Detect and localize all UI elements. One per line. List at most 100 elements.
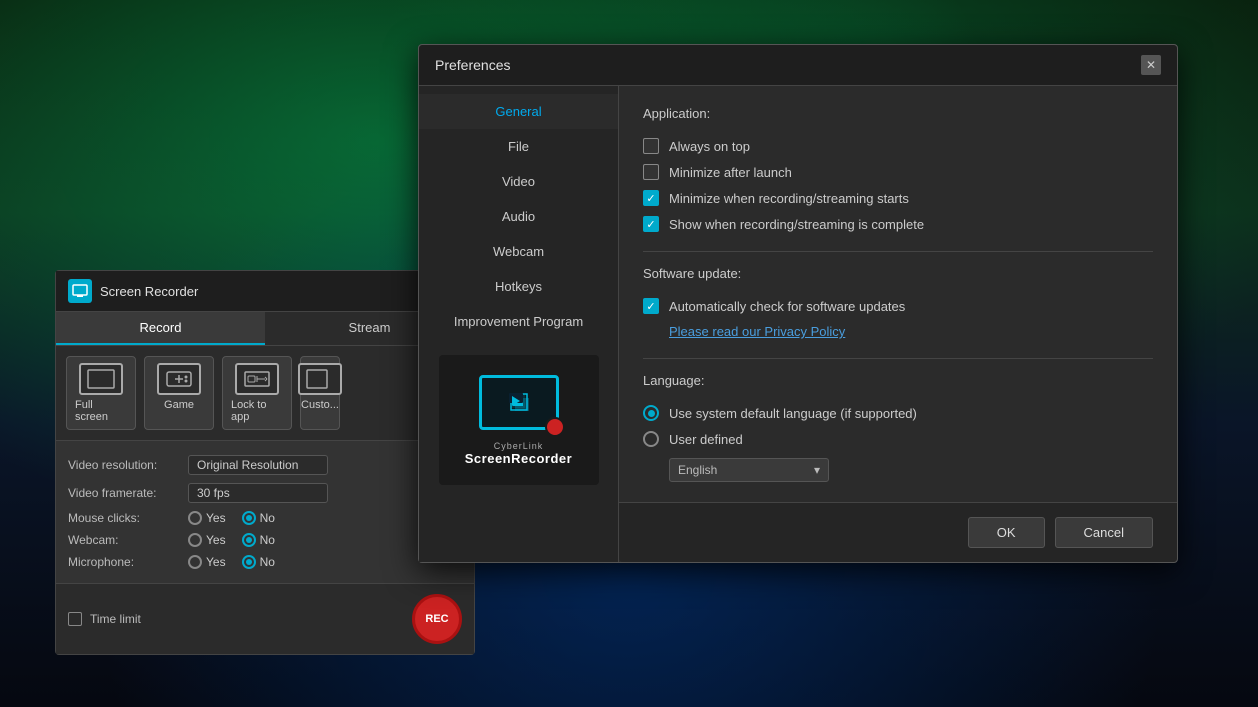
time-limit-label: Time limit: [90, 612, 141, 626]
recorder-tabs: Record Stream: [56, 312, 474, 346]
rec-button[interactable]: REC: [412, 594, 462, 644]
mouse-clicks-no[interactable]: No: [242, 511, 275, 525]
dialog-content: Application: Always on top Minimize afte…: [619, 86, 1177, 502]
divider-1: [643, 251, 1153, 252]
mouse-clicks-yes[interactable]: Yes: [188, 511, 226, 525]
recorder-modes: Full screen Game: [56, 346, 474, 440]
nav-improvement[interactable]: Improvement Program: [419, 304, 618, 339]
auto-check-updates-label: Automatically check for software updates: [669, 299, 905, 314]
mic-yes[interactable]: Yes: [188, 555, 226, 569]
privacy-link-row: Please read our Privacy Policy: [643, 319, 1153, 344]
always-on-top-label: Always on top: [669, 139, 750, 154]
mode-locktoapp-label: Lock to app: [231, 399, 283, 423]
yes-label-webcam: Yes: [206, 533, 226, 547]
webcam-options: Yes No: [188, 533, 275, 547]
language-dropdown-container: English ▾: [643, 458, 1153, 482]
video-resolution-value[interactable]: Original Resolution: [188, 455, 328, 475]
system-default-language-label: Use system default language (if supporte…: [669, 406, 917, 421]
video-framerate-row: Video framerate: 30 fps: [68, 479, 462, 507]
mode-fullscreen[interactable]: Full screen: [66, 356, 136, 430]
webcam-row: Webcam: Yes No: [68, 529, 462, 551]
yes-label-mic: Yes: [206, 555, 226, 569]
recorder-app-icon: [68, 279, 92, 303]
webcam-no-radio[interactable]: [242, 533, 256, 547]
yes-label-mouse: Yes: [206, 511, 226, 525]
microphone-options: Yes No: [188, 555, 275, 569]
chevron-down-icon: ▾: [814, 463, 820, 477]
video-framerate-label: Video framerate:: [68, 486, 188, 500]
tab-record[interactable]: Record: [56, 312, 265, 345]
mic-no[interactable]: No: [242, 555, 275, 569]
logo-text-area: CyberLink ScreenRecorder: [465, 441, 572, 466]
cyberlink-brand: CyberLink: [494, 441, 544, 451]
show-when-complete-label: Show when recording/streaming is complet…: [669, 217, 924, 232]
video-framerate-value[interactable]: 30 fps: [188, 483, 328, 503]
language-dropdown-value: English: [678, 463, 717, 477]
show-when-complete-checkbox[interactable]: [643, 216, 659, 232]
fullscreen-icon: [79, 363, 123, 395]
mode-custom[interactable]: Custo...: [300, 356, 340, 430]
recorder-titlebar: Screen Recorder: [56, 271, 474, 312]
dialog-titlebar: Preferences ✕: [419, 45, 1177, 86]
lock-to-app-icon: [235, 363, 279, 395]
mode-lock-to-app[interactable]: Lock to app: [222, 356, 292, 430]
cancel-button[interactable]: Cancel: [1055, 517, 1153, 548]
mouse-yes-radio[interactable]: [188, 511, 202, 525]
game-icon: [157, 363, 201, 395]
mouse-no-radio[interactable]: [242, 511, 256, 525]
custom-icon: [298, 363, 342, 395]
user-defined-language-row: User defined: [643, 426, 1153, 452]
nav-video[interactable]: Video: [419, 164, 618, 199]
minimize-when-recording-checkbox[interactable]: [643, 190, 659, 206]
webcam-label: Webcam:: [68, 533, 188, 547]
auto-check-updates-row: Automatically check for software updates: [643, 293, 1153, 319]
nav-hotkeys[interactable]: Hotkeys: [419, 269, 618, 304]
dialog-body: General File Video Audio Webcam Hotkeys …: [419, 86, 1177, 562]
auto-check-updates-checkbox[interactable]: [643, 298, 659, 314]
system-default-language-radio[interactable]: [643, 405, 659, 421]
mic-yes-radio[interactable]: [188, 555, 202, 569]
preferences-dialog: Preferences ✕ General File Video Audio W…: [418, 44, 1178, 563]
nav-file[interactable]: File: [419, 129, 618, 164]
application-section-title: Application:: [643, 106, 1153, 121]
ok-button[interactable]: OK: [968, 517, 1045, 548]
mic-no-radio[interactable]: [242, 555, 256, 569]
webcam-yes-radio[interactable]: [188, 533, 202, 547]
minimize-after-launch-checkbox[interactable]: [643, 164, 659, 180]
dialog-sidebar: General File Video Audio Webcam Hotkeys …: [419, 86, 619, 562]
mouse-clicks-row: Mouse clicks: Yes No: [68, 507, 462, 529]
language-dropdown[interactable]: English ▾: [669, 458, 829, 482]
recorder-footer: Time limit REC: [56, 583, 474, 654]
nav-webcam[interactable]: Webcam: [419, 234, 618, 269]
nav-general[interactable]: General: [419, 94, 618, 129]
microphone-label: Microphone:: [68, 555, 188, 569]
dialog-footer: OK Cancel: [619, 502, 1177, 562]
privacy-policy-link[interactable]: Please read our Privacy Policy: [669, 324, 845, 339]
no-label-mouse: No: [260, 511, 275, 525]
mouse-clicks-options: Yes No: [188, 511, 275, 525]
language-section-title: Language:: [643, 373, 1153, 388]
minimize-after-launch-label: Minimize after launch: [669, 165, 792, 180]
recorder-window-title: Screen Recorder: [100, 284, 198, 299]
always-on-top-checkbox[interactable]: [643, 138, 659, 154]
time-limit-checkbox[interactable]: [68, 612, 82, 626]
close-button[interactable]: ✕: [1141, 55, 1161, 75]
minimize-when-recording-label: Minimize when recording/streaming starts: [669, 191, 909, 206]
nav-audio[interactable]: Audio: [419, 199, 618, 234]
divider-2: [643, 358, 1153, 359]
webcam-yes[interactable]: Yes: [188, 533, 226, 547]
mode-fullscreen-label: Full screen: [75, 399, 127, 423]
system-default-language-row: Use system default language (if supporte…: [643, 400, 1153, 426]
show-when-complete-row: Show when recording/streaming is complet…: [643, 211, 1153, 237]
mode-game-label: Game: [164, 399, 194, 411]
always-on-top-row: Always on top: [643, 133, 1153, 159]
webcam-no[interactable]: No: [242, 533, 275, 547]
no-label-webcam: No: [260, 533, 275, 547]
user-defined-language-radio[interactable]: [643, 431, 659, 447]
mode-custom-label: Custo...: [301, 399, 339, 411]
app-logo: CyberLink ScreenRecorder: [439, 355, 599, 485]
mouse-clicks-label: Mouse clicks:: [68, 511, 188, 525]
mode-game[interactable]: Game: [144, 356, 214, 430]
user-defined-language-label: User defined: [669, 432, 743, 447]
minimize-after-launch-row: Minimize after launch: [643, 159, 1153, 185]
